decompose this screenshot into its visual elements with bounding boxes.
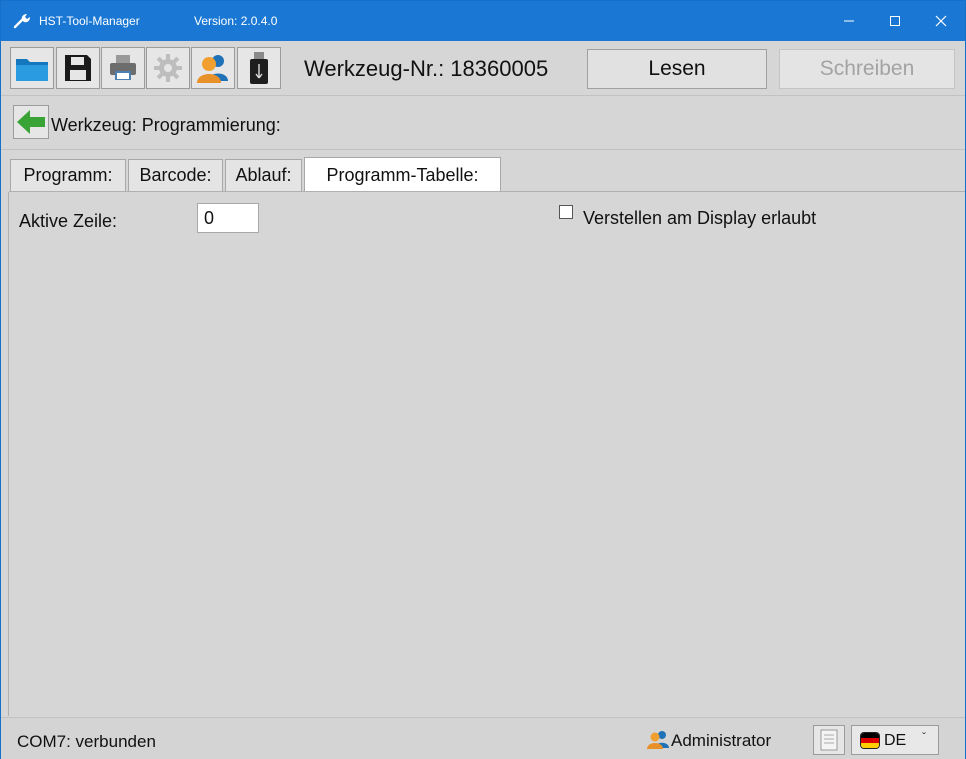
minimize-button[interactable]: [826, 1, 872, 41]
write-button: Schreiben: [779, 49, 955, 89]
tab-programm-tabelle[interactable]: Programm-Tabelle:: [304, 157, 501, 192]
close-icon: [935, 15, 947, 27]
usb-button[interactable]: [237, 47, 281, 89]
log-button[interactable]: [813, 725, 845, 755]
breadcrumb: Werkzeug: Programmierung:: [51, 115, 281, 135]
current-user: Administrator: [671, 731, 772, 750]
save-button[interactable]: [56, 47, 100, 89]
tab-strip-border: [9, 191, 965, 192]
status-bar: COM7: verbunden Administrator DE ˇ: [1, 717, 965, 759]
open-folder-icon: [16, 59, 48, 81]
usb-stick-icon: [250, 52, 268, 84]
printer-icon: [110, 55, 136, 80]
tab-barcode[interactable]: Barcode:: [128, 159, 223, 191]
german-flag-icon: [860, 732, 880, 749]
breadcrumb-divider: [1, 149, 965, 150]
read-button[interactable]: Lesen: [587, 49, 767, 89]
back-button[interactable]: [13, 105, 49, 139]
close-button[interactable]: [918, 1, 964, 41]
app-window: HST-Tool-Manager Version: 2.0.4.0 Werkze…: [0, 0, 966, 759]
title-bar[interactable]: HST-Tool-Manager Version: 2.0.4.0: [1, 1, 965, 41]
toolbar-divider: [1, 95, 965, 96]
wrench-icon: [13, 14, 30, 29]
print-button[interactable]: [101, 47, 145, 89]
content-border: [8, 192, 9, 716]
user-icon: [197, 55, 228, 83]
chevron-down-icon: ˇ: [922, 730, 926, 744]
display-adjust-checkbox[interactable]: [559, 205, 573, 219]
version-label: Version: 2.0.4.0: [194, 14, 278, 28]
user-icon: [647, 731, 669, 749]
connection-status: COM7: verbunden: [17, 732, 156, 751]
app-title: HST-Tool-Manager: [39, 14, 140, 28]
toolbar: Werkzeug-Nr.: 18360005 Lesen Schreiben: [1, 41, 965, 95]
language-select[interactable]: DE ˇ: [851, 725, 939, 755]
active-row-input[interactable]: [197, 203, 259, 233]
gear-icon: [154, 54, 182, 82]
document-icon: [820, 729, 838, 751]
display-adjust-label[interactable]: Verstellen am Display erlaubt: [583, 208, 816, 229]
minimize-icon: [844, 20, 854, 22]
tab-ablauf[interactable]: Ablauf:: [225, 159, 302, 191]
open-button[interactable]: [10, 47, 54, 89]
user-button[interactable]: [191, 47, 235, 89]
active-row-label: Aktive Zeile:: [19, 211, 118, 231]
maximize-button[interactable]: [872, 1, 918, 41]
tab-programm[interactable]: Programm:: [10, 159, 126, 191]
settings-button[interactable]: [146, 47, 190, 89]
save-disk-icon: [65, 55, 91, 81]
arrow-left-icon: [17, 110, 45, 134]
tool-number: Werkzeug-Nr.: 18360005: [304, 56, 549, 81]
maximize-icon: [890, 16, 900, 26]
language-value: DE: [884, 732, 907, 749]
